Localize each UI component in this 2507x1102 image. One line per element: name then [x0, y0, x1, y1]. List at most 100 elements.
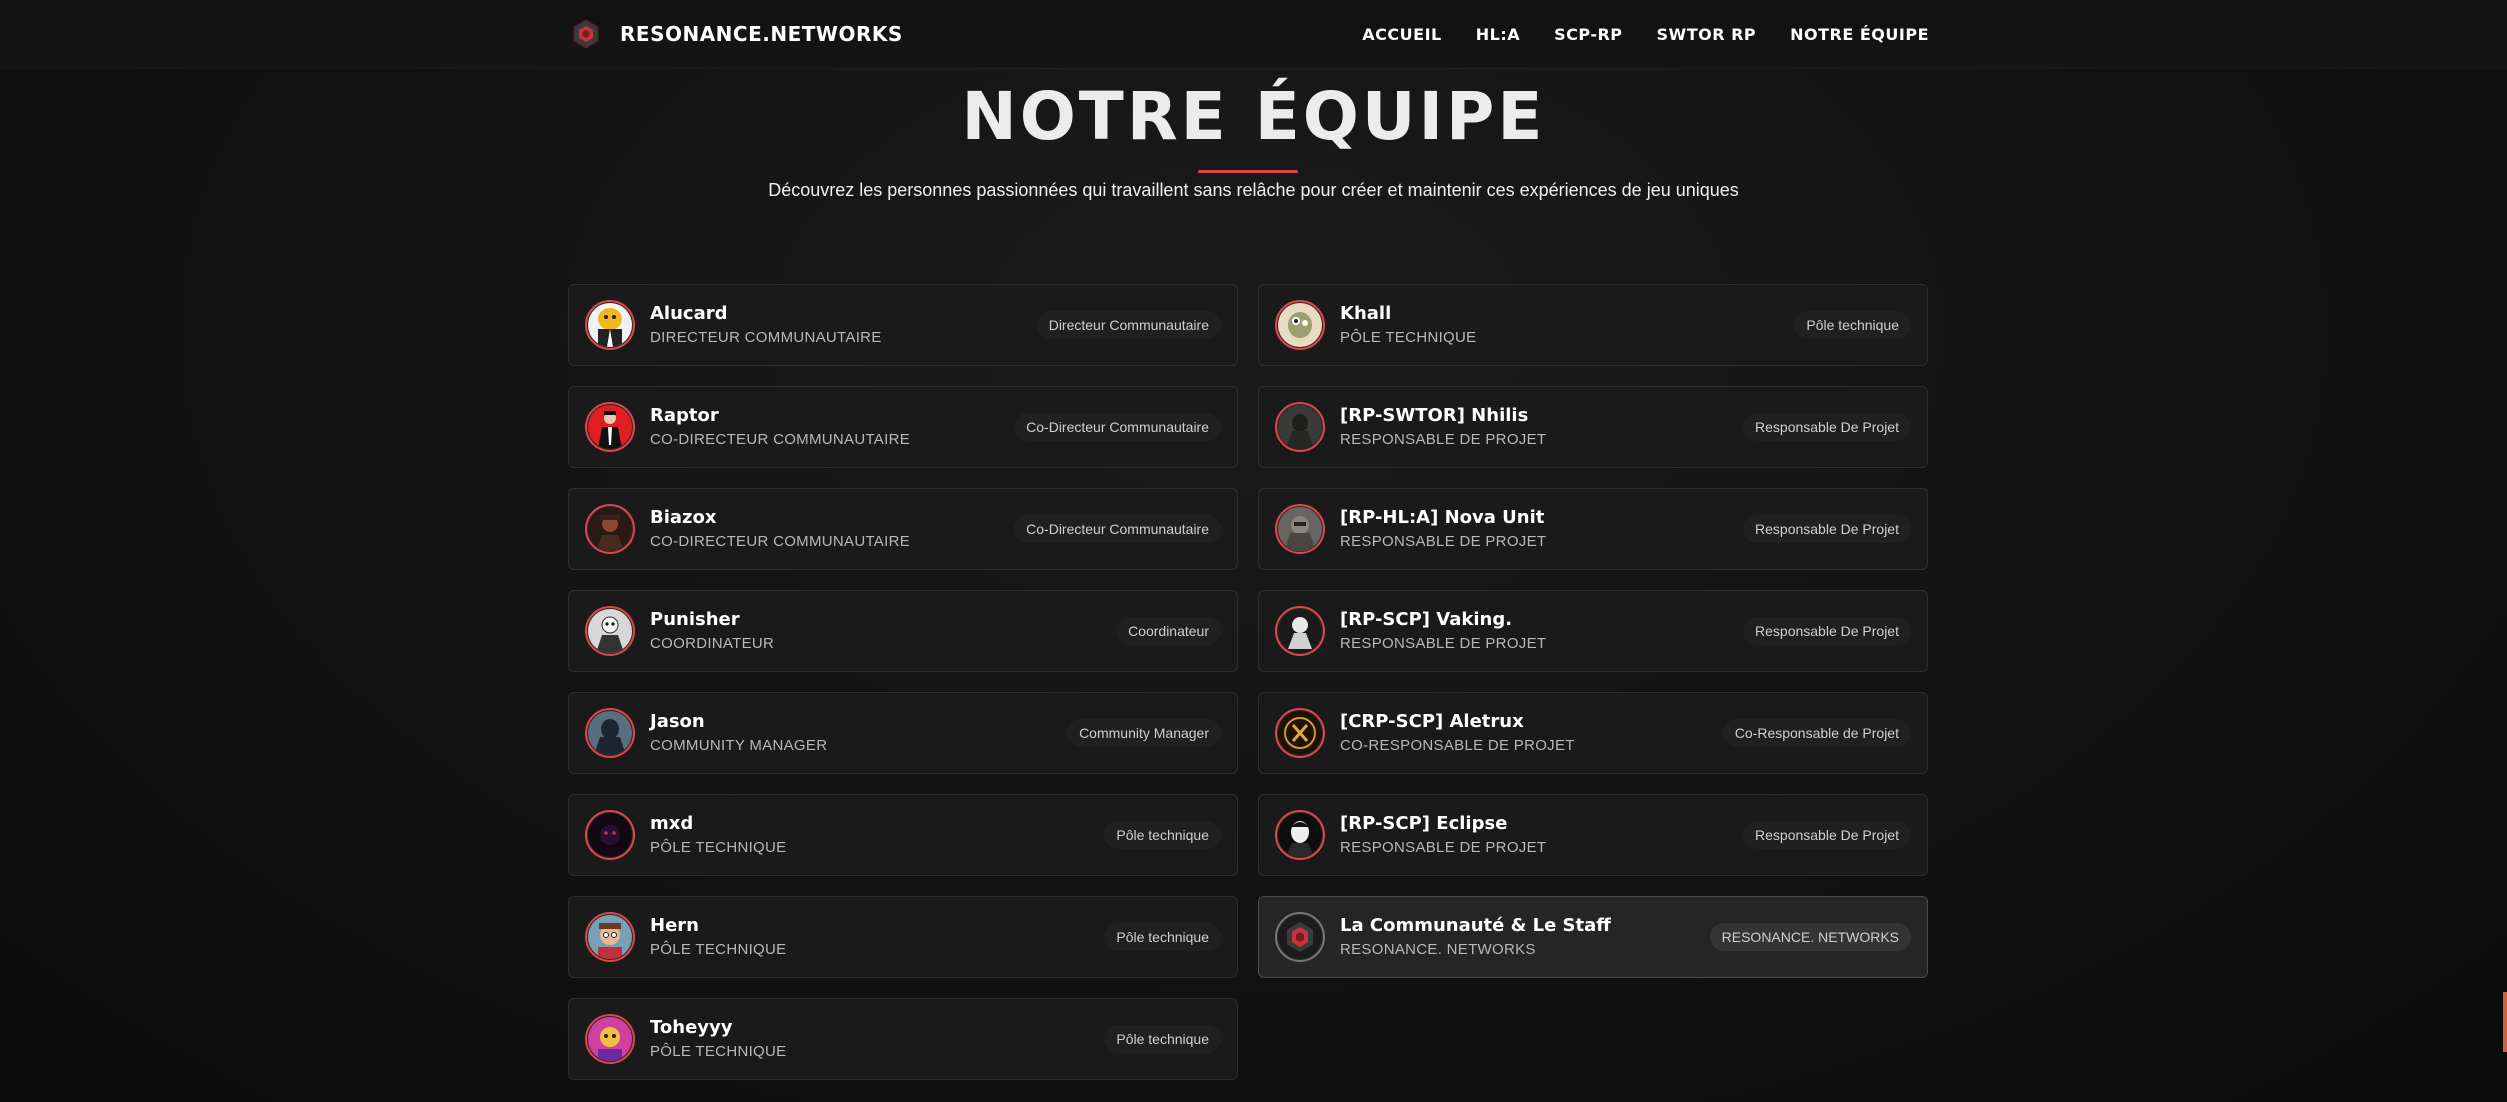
member-role: RESPONSABLE DE PROJET [1340, 431, 1547, 448]
member-role: PÔLE TECHNIQUE [1340, 329, 1477, 346]
team-card[interactable]: Punisher COORDINATEUR Coordinateur [568, 590, 1238, 672]
role-badge: Coordinateur [1116, 617, 1221, 645]
page-subtitle: Découvrez les personnes passionnées qui … [768, 180, 1739, 200]
nav-link-hla[interactable]: HL:A [1476, 25, 1520, 44]
member-avatar [1275, 402, 1325, 452]
member-name: La Communauté & Le Staff [1340, 915, 1611, 936]
team-card[interactable]: [RP-SWTOR] Nhilis RESPONSABLE DE PROJET … [1258, 386, 1928, 468]
member-avatar [585, 1014, 635, 1064]
team-card-community[interactable]: La Communauté & Le Staff RESONANCE. NETW… [1258, 896, 1928, 978]
nav-link-notre-equipe[interactable]: NOTRE ÉQUIPE [1790, 25, 1929, 44]
team-card[interactable]: Biazox CO-DIRECTEUR COMMUNAUTAIRE Co-Dir… [568, 488, 1238, 570]
member-name: Biazox [650, 507, 717, 528]
member-avatar [585, 606, 635, 656]
brand-name: RESONANCE.NETWORKS [620, 22, 903, 46]
member-avatar [1275, 912, 1325, 962]
main-nav: ACCUEIL HL:A SCP-RP SWTOR RP NOTRE ÉQUIP… [1362, 22, 1929, 46]
gold-x-emblem-avatar-icon [1278, 711, 1322, 755]
team-card[interactable]: Toheyyy PÔLE TECHNIQUE Pôle technique [568, 998, 1238, 1080]
role-badge: Responsable De Projet [1743, 821, 1911, 849]
member-avatar [585, 504, 635, 554]
role-badge: Pôle technique [1104, 923, 1221, 951]
member-name: [RP-SWTOR] Nhilis [1340, 405, 1529, 426]
hexagon-logo-avatar-icon [1278, 915, 1322, 959]
pink-cartoon-avatar-icon [588, 1017, 632, 1061]
nav-link-swtor-rp[interactable]: SWTOR RP [1657, 25, 1757, 44]
member-name: [RP-HL:A] Nova Unit [1340, 507, 1545, 528]
team-card[interactable]: Jason COMMUNITY MANAGER Community Manage… [568, 692, 1238, 774]
member-name: Hern [650, 915, 699, 936]
member-avatar [1275, 810, 1325, 860]
team-card[interactable]: Hern PÔLE TECHNIQUE Pôle technique [568, 896, 1238, 978]
member-role: RESPONSABLE DE PROJET [1340, 533, 1547, 550]
role-badge: Pôle technique [1794, 311, 1911, 339]
member-name: Khall [1340, 303, 1392, 324]
white-mask-avatar-icon [1278, 813, 1322, 857]
team-card[interactable]: [RP-SCP] Vaking. RESPONSABLE DE PROJET R… [1258, 590, 1928, 672]
role-badge: Responsable De Projet [1743, 413, 1911, 441]
member-role: COMMUNITY MANAGER [650, 737, 828, 754]
nav-link-accueil[interactable]: ACCUEIL [1362, 25, 1441, 44]
team-card[interactable]: Alucard DIRECTEUR COMMUNAUTAIRE Directeu… [568, 284, 1238, 366]
red-suit-avatar-icon [588, 405, 632, 449]
role-badge: Directeur Communautaire [1036, 311, 1221, 339]
dark-purple-avatar-icon [588, 813, 632, 857]
brand[interactable]: RESONANCE.NETWORKS [570, 18, 903, 50]
masked-figure-avatar-icon [588, 609, 632, 653]
nav-link-scp-rp[interactable]: SCP-RP [1554, 25, 1622, 44]
member-role: RESPONSABLE DE PROJET [1340, 635, 1547, 652]
cartoon-face-avatar-icon [588, 915, 632, 959]
member-name: mxd [650, 813, 694, 834]
member-name: Jason [650, 711, 705, 732]
member-avatar [1275, 606, 1325, 656]
yellow-character-avatar-icon [588, 303, 632, 347]
top-navigation-bar: RESONANCE.NETWORKS ACCUEIL HL:A SCP-RP S… [0, 0, 2507, 68]
armored-unit-avatar-icon [1278, 507, 1322, 551]
team-card[interactable]: mxd PÔLE TECHNIQUE Pôle technique [568, 794, 1238, 876]
member-name: Punisher [650, 609, 740, 630]
role-badge: Co-Directeur Communautaire [1014, 413, 1221, 441]
team-card[interactable]: Raptor CO-DIRECTEUR COMMUNAUTAIRE Co-Dir… [568, 386, 1238, 468]
scroll-edge-indicator [2503, 992, 2507, 1052]
role-badge: Responsable De Projet [1743, 515, 1911, 543]
member-avatar [1275, 504, 1325, 554]
member-role: RESPONSABLE DE PROJET [1340, 839, 1547, 856]
member-avatar [1275, 708, 1325, 758]
member-name: Raptor [650, 405, 719, 426]
member-role: RESONANCE. NETWORKS [1340, 941, 1536, 958]
member-role: PÔLE TECHNIQUE [650, 1043, 787, 1060]
role-badge: RESONANCE. NETWORKS [1709, 923, 1911, 951]
role-badge: Co-Responsable de Projet [1722, 719, 1911, 747]
member-role: DIRECTEUR COMMUNAUTAIRE [650, 329, 882, 346]
member-avatar [585, 912, 635, 962]
team-card[interactable]: [RP-SCP] Eclipse RESPONSABLE DE PROJET R… [1258, 794, 1928, 876]
member-avatar [585, 300, 635, 350]
member-role: PÔLE TECHNIQUE [650, 941, 787, 958]
team-card[interactable]: Khall PÔLE TECHNIQUE Pôle technique [1258, 284, 1928, 366]
member-name: Alucard [650, 303, 728, 324]
member-role: CO-RESPONSABLE DE PROJET [1340, 737, 1575, 754]
role-badge: Pôle technique [1104, 1025, 1221, 1053]
member-role: PÔLE TECHNIQUE [650, 839, 787, 856]
member-avatar [585, 810, 635, 860]
member-avatar [585, 402, 635, 452]
hexagon-logo-icon [573, 19, 599, 49]
member-role: CO-DIRECTEUR COMMUNAUTAIRE [650, 533, 911, 550]
role-badge: Community Manager [1067, 719, 1221, 747]
page-title: NOTRE ÉQUIPE [961, 78, 1546, 155]
dark-soldier-avatar-icon [1278, 405, 1322, 449]
member-role: COORDINATEUR [650, 635, 775, 652]
member-name: [RP-SCP] Vaking. [1340, 609, 1513, 630]
member-role: CO-DIRECTEUR COMMUNAUTAIRE [650, 431, 911, 448]
title-underline-divider [1198, 170, 1298, 173]
member-name: Toheyyy [650, 1017, 733, 1038]
role-badge: Co-Directeur Communautaire [1014, 515, 1221, 543]
member-name: [CRP-SCP] Aletrux [1340, 711, 1524, 732]
dark-portrait-avatar-icon [588, 507, 632, 551]
team-card[interactable]: [RP-HL:A] Nova Unit RESPONSABLE DE PROJE… [1258, 488, 1928, 570]
creature-avatar-icon [1278, 303, 1322, 347]
role-badge: Pôle technique [1104, 821, 1221, 849]
member-avatar [585, 708, 635, 758]
member-name: [RP-SCP] Eclipse [1340, 813, 1508, 834]
team-card[interactable]: [CRP-SCP] Aletrux CO-RESPONSABLE DE PROJ… [1258, 692, 1928, 774]
